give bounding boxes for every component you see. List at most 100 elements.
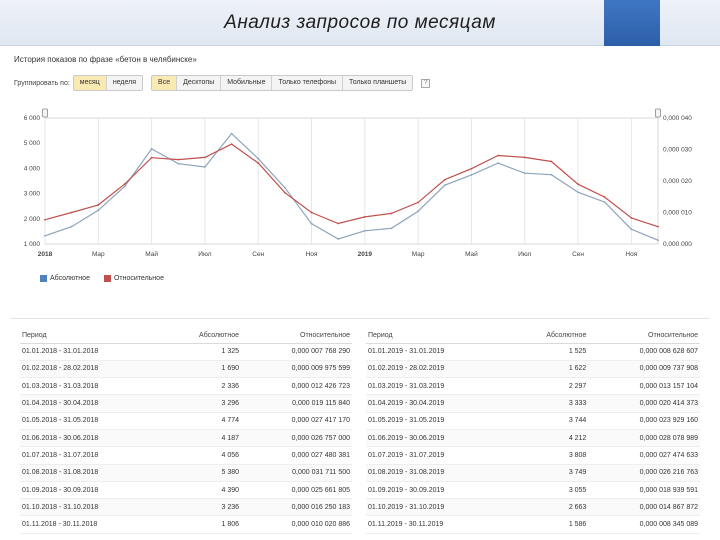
point-absolute [417,210,420,213]
legend-swatch-absolute [40,275,47,282]
cell-relative: 0,000 007 768 290 [241,343,352,361]
cell-absolute: 3 333 [509,394,589,413]
point-relative [150,156,153,159]
point-relative [310,211,313,214]
table-row: 01.06.2019 - 30.06.2019 4 212 0,000 028 07… [366,429,700,448]
cell-absolute: 4 390 [162,481,242,500]
cell-relative: 0,000 010 020 886 [241,515,352,534]
point-absolute [230,132,233,135]
point-relative [390,212,393,215]
header-absolute[interactable]: Абсолютное [162,329,242,344]
header-period[interactable]: Период [20,329,163,344]
point-relative [124,182,126,185]
point-absolute [390,227,393,230]
cell-relative: 0,000 019 115 840 [241,394,352,413]
monthly-table-2019: Период Абсолютное Относительное 01.01.20… [366,329,700,534]
y-left-tick-label: 6 000 [24,115,41,122]
monthly-table-2018: Период Абсолютное Относительное 01.01.20… [20,329,352,534]
y-right-tick-label: 0,000 040 [663,115,692,122]
cell-period: 01.11.2019 - 30.11.2019 [366,515,510,534]
cell-relative: 0,000 009 737 908 [588,360,700,379]
table-row: 01.11.2018 - 30.11.2018 1 806 0,000 010 02… [20,515,352,534]
y-left-tick-label: 1 000 [24,241,41,248]
cell-period: 01.10.2018 - 31.10.2018 [20,498,163,517]
cell-relative: 0,000 016 250 183 [241,498,352,517]
point-absolute [310,222,313,225]
chart-legend: Абсолютное Относительное [40,275,178,282]
point-absolute [470,173,473,176]
table-row: 01.05.2018 - 31.05.2018 4 774 0,000 027 41… [20,412,352,430]
cell-absolute: 4 187 [162,429,242,448]
y-right-tick-label: 0,000 010 [663,210,692,217]
data-tables-panel: Период Абсолютное Относительное 01.01.20… [10,318,710,540]
legend-item-absolute[interactable]: Абсолютное [40,275,90,282]
cell-relative: 0,000 031 711 500 [241,464,352,482]
cell-absolute: 3 744 [509,412,589,430]
legend-label-absolute: Абсолютное [50,275,90,282]
cell-relative: 0,000 014 867 872 [588,498,700,517]
point-relative [97,204,100,206]
range-handle-left[interactable] [42,108,48,118]
cell-absolute: 2 336 [162,377,242,396]
x-tick-label: Ноя [625,251,637,258]
cell-relative: 0,000 008 345 089 [588,515,700,534]
cell-period: 01.08.2019 - 31.08.2019 [366,464,510,482]
x-tick-label: 2018 [38,251,53,258]
cell-absolute: 1 622 [509,360,589,379]
cell-absolute: 1 525 [509,343,589,361]
cell-period: 01.05.2019 - 31.05.2019 [366,412,510,430]
plot-area [44,117,659,245]
cell-absolute: 4 056 [162,446,242,465]
cell-absolute: 5 380 [162,464,242,482]
header-relative[interactable]: Относительное [241,329,352,344]
range-handle-right[interactable] [655,108,661,118]
point-relative [363,216,366,218]
point-relative [283,191,286,194]
cell-period: 01.03.2019 - 31.03.2019 [366,377,510,396]
header-period[interactable]: Период [366,329,510,344]
point-relative [577,183,579,186]
header-absolute[interactable]: Абсолютное [509,329,589,344]
point-absolute [603,201,606,203]
point-absolute [523,172,526,175]
cell-absolute: 3 236 [162,498,242,517]
cell-relative: 0,000 027 480 381 [241,446,352,465]
y-left-tick-label: 2 000 [24,216,41,223]
point-relative [470,167,473,170]
cell-period: 01.01.2018 - 31.01.2018 [20,343,163,361]
point-absolute [337,238,340,240]
cell-relative: 0,000 020 414 373 [588,394,700,413]
cell-absolute: 3 749 [509,464,589,482]
cell-relative: 0,000 028 078 989 [588,429,700,448]
table-row: 01.11.2019 - 30.11.2019 1 586 0,000 008 34… [366,515,700,534]
point-absolute [657,239,659,242]
history-panel: История показов по фразе «бетон в челяби… [10,50,710,302]
table-row: 01.02.2018 - 28.02.2018 1 690 0,000 009 97… [20,360,352,379]
table-row: 01.01.2019 - 31.01.2019 1 525 0,000 008 62… [366,343,700,361]
legend-item-relative[interactable]: Относительное [103,275,164,282]
cell-period: 01.01.2019 - 31.01.2019 [366,343,510,361]
cell-period: 01.03.2018 - 31.03.2018 [20,377,163,396]
series-line-relative [44,143,659,228]
point-absolute [124,185,126,188]
cell-period: 01.09.2018 - 30.09.2018 [20,481,163,500]
cell-absolute: 4 774 [162,412,242,430]
cell-absolute: 1 690 [162,360,242,379]
point-absolute [257,157,260,160]
table-row: 01.06.2018 - 30.06.2018 4 187 0,000 026 75… [20,429,352,448]
table-row: 01.03.2019 - 31.03.2019 2 297 0,000 013 15… [366,377,700,396]
point-absolute [177,162,180,165]
y-left-tick-label: 3 000 [24,191,41,198]
point-absolute [204,166,206,168]
cell-relative: 0,000 012 426 723 [241,377,352,396]
cell-relative: 0,000 026 757 000 [241,429,352,448]
table-row: 01.04.2019 - 30.04.2019 3 333 0,000 020 41… [366,394,700,413]
table-row: 01.09.2018 - 30.09.2018 4 390 0,000 025 66… [20,481,352,500]
table-row: 01.01.2018 - 31.01.2018 1 325 0,000 007 76… [20,343,352,361]
header-relative[interactable]: Относительное [588,329,700,344]
point-relative [257,162,260,164]
point-relative [337,222,340,225]
point-absolute [577,191,579,194]
point-absolute [97,209,100,212]
legend-swatch-relative [103,275,111,282]
